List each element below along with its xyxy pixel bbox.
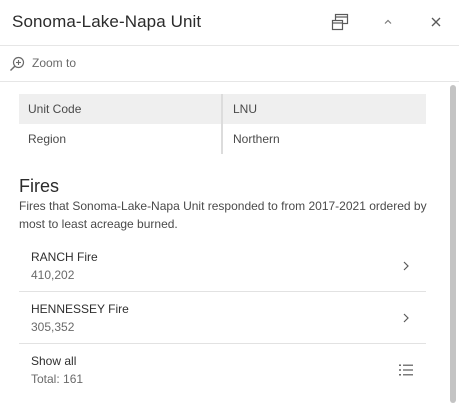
popup-header: Sonoma-Lake-Napa Unit [0,0,459,46]
fires-list: RANCH Fire 410,202 HENNESSEY Fire 305,35… [19,240,426,396]
popup-content: Unit Code LNU Region Northern Fires Fire… [0,83,447,403]
list-item[interactable]: RANCH Fire 410,202 [19,240,426,292]
chevron-right-icon [403,261,409,271]
table-row: Region Northern [19,124,426,154]
dock-button[interactable] [329,11,351,33]
close-icon [431,17,441,27]
vertical-scrollbar[interactable] [447,83,459,403]
list-item[interactable]: HENNESSEY Fire 305,352 [19,292,426,344]
attribute-key: Region [19,124,223,154]
attribute-value: LNU [222,94,426,124]
attribute-key: Unit Code [19,94,223,124]
fire-name: HENNESSEY Fire [31,302,129,316]
chevron-up-icon [384,19,392,24]
fire-acres: 305,352 [31,320,75,334]
fires-heading: Fires [19,176,59,196]
scrollbar-thumb[interactable] [450,85,456,403]
attribute-value: Northern [233,132,280,146]
attribute-table: Unit Code LNU Region Northern [19,94,426,154]
fire-acres: 410,202 [31,268,75,282]
popup-title: Sonoma-Lake-Napa Unit [12,12,202,31]
zoom-in-icon [10,56,25,71]
fires-description: Fires that Sonoma-Lake-Napa Unit respond… [19,199,427,231]
show-all-button[interactable]: Show all Total: 161 [19,344,426,396]
collapse-button[interactable] [377,11,399,33]
show-all-label: Show all [31,354,77,368]
dock-icon [331,13,349,31]
table-row: Unit Code LNU [19,94,426,124]
zoom-to-action[interactable]: Zoom to [0,47,459,82]
zoom-to-label: Zoom to [32,56,77,70]
close-button[interactable] [425,11,447,33]
total-count: Total: 161 [31,372,84,386]
list-icon [399,364,413,376]
fire-name: RANCH Fire [31,250,98,264]
chevron-right-icon [403,313,409,323]
